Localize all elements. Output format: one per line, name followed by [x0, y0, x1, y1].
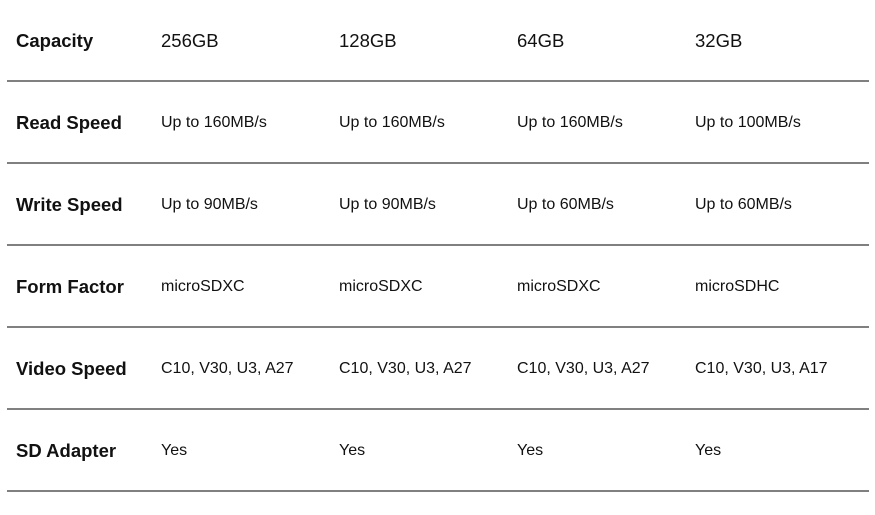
table-cell: Up to 160MB/s [161, 114, 267, 131]
row-label: Write Speed [16, 194, 123, 215]
table-cell: microSDXC [161, 278, 245, 295]
table-cell: Yes [161, 442, 188, 459]
table-cell: Up to 60MB/s [695, 196, 792, 213]
table-cell: Up to 160MB/s [517, 114, 623, 131]
table-row-capacity: Capacity 256GB 128GB 64GB 32GB [7, 0, 869, 82]
table-cell: C10, V30, U3, A27 [339, 360, 472, 377]
table-cell: 32GB [695, 30, 743, 51]
table-cell: Up to 60MB/s [517, 196, 614, 213]
table-cell: Yes [695, 442, 722, 459]
table-cell: C10, V30, U3, A27 [161, 360, 294, 377]
table-cell: Up to 100MB/s [695, 114, 801, 131]
row-label: Read Speed [16, 112, 122, 133]
table-cell: Up to 90MB/s [161, 196, 258, 213]
table-cell: Yes [339, 442, 366, 459]
row-label: Capacity [16, 30, 94, 51]
table-cell: C10, V30, U3, A27 [517, 360, 650, 377]
table-row-form-factor: Form Factor microSDXC microSDXC microSDX… [7, 246, 869, 328]
table-cell: 256GB [161, 30, 219, 51]
table-cell: C10, V30, U3, A17 [695, 360, 828, 377]
table-cell: Up to 90MB/s [339, 196, 436, 213]
table-cell: 64GB [517, 30, 565, 51]
table-row-video-speed: Video Speed C10, V30, U3, A27 C10, V30, … [7, 328, 869, 410]
spec-comparison-table: Capacity 256GB 128GB 64GB 32GB Read Spee… [7, 0, 869, 492]
table-row-write-speed: Write Speed Up to 90MB/s Up to 90MB/s Up… [7, 164, 869, 246]
table-cell: Yes [517, 442, 544, 459]
row-label: Video Speed [16, 358, 127, 379]
row-label: SD Adapter [16, 440, 117, 461]
table-row-read-speed: Read Speed Up to 160MB/s Up to 160MB/s U… [7, 82, 869, 164]
table-cell: microSDHC [695, 278, 780, 295]
table-cell: microSDXC [339, 278, 423, 295]
row-label: Form Factor [16, 276, 124, 297]
table-cell: 128GB [339, 30, 397, 51]
table-cell: microSDXC [517, 278, 601, 295]
table-row-sd-adapter: SD Adapter Yes Yes Yes Yes [7, 410, 869, 492]
table-cell: Up to 160MB/s [339, 114, 445, 131]
